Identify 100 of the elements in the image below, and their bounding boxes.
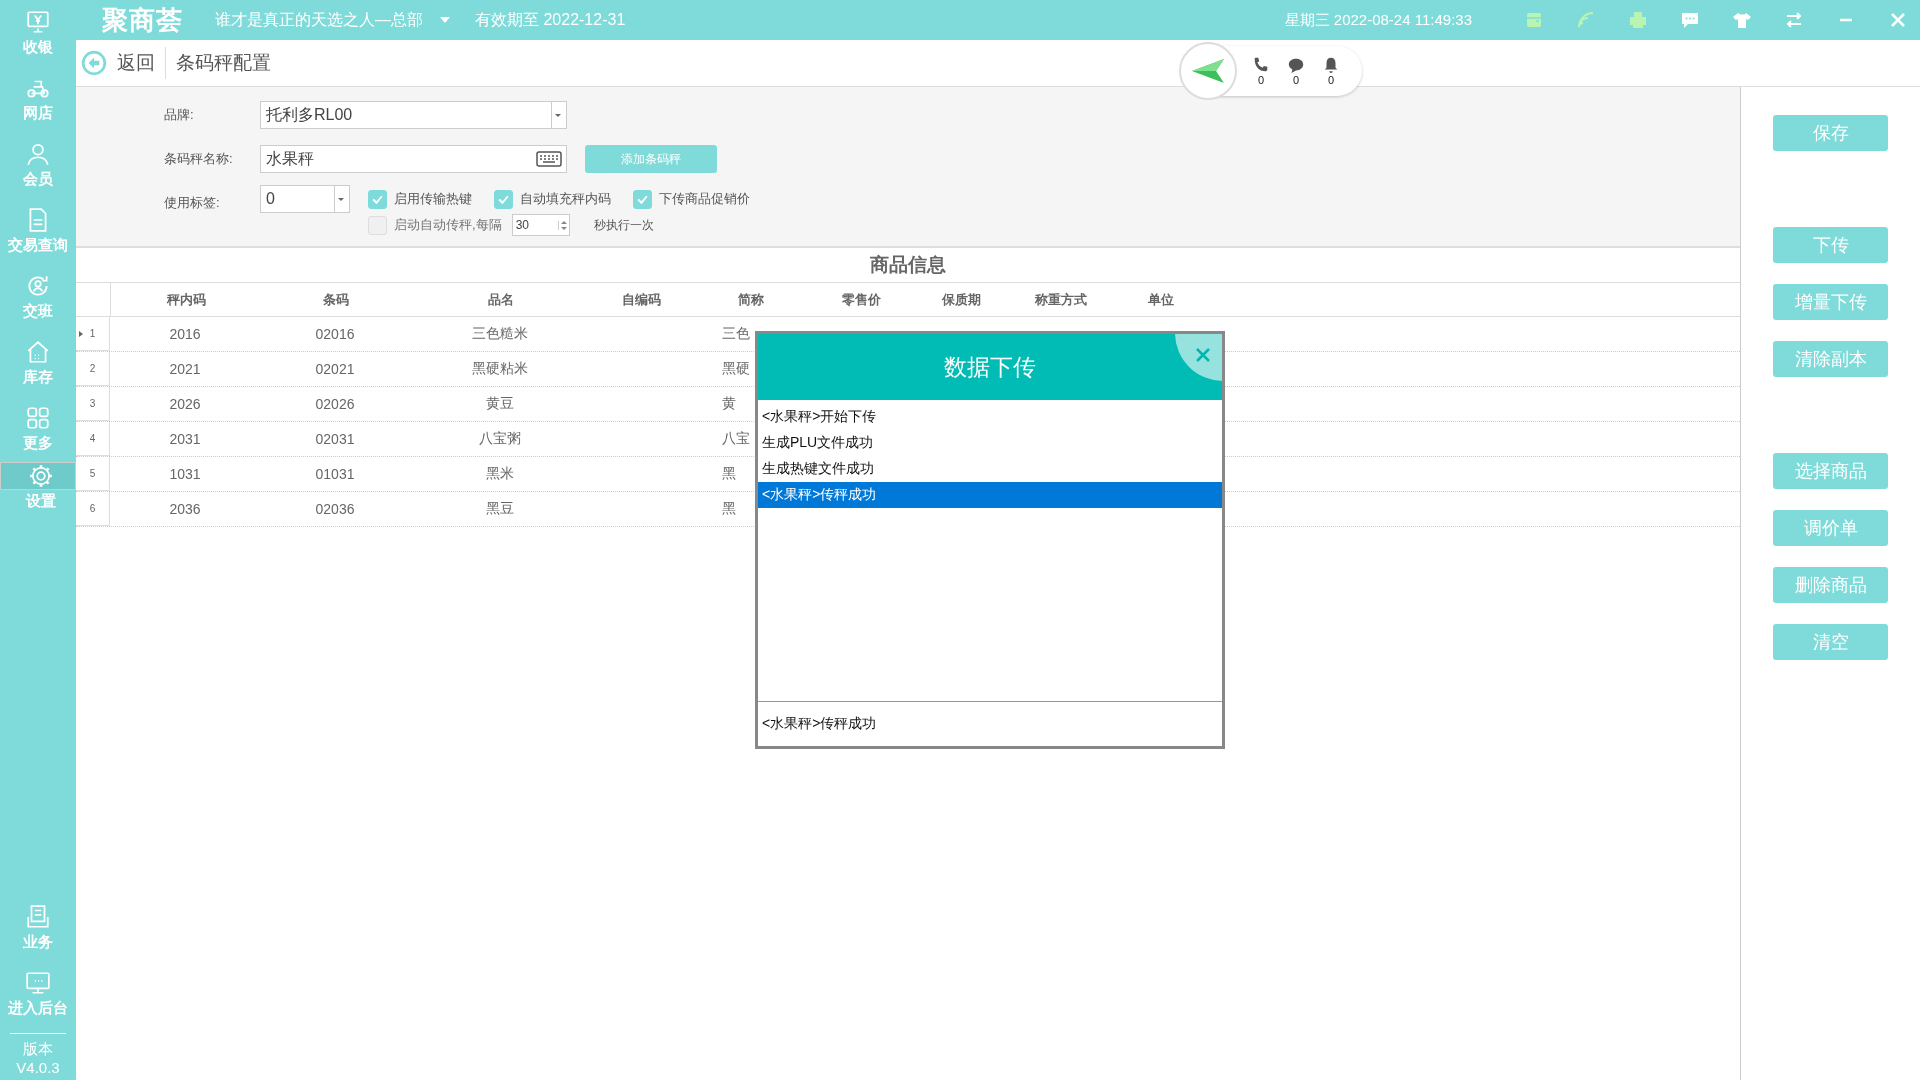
sidebar-label: 会员 bbox=[23, 170, 53, 189]
notification-count: 0 bbox=[1257, 74, 1265, 86]
sidebar-label: 业务 bbox=[23, 933, 53, 952]
column-header: 品名 bbox=[487, 290, 515, 309]
action-button[interactable]: 保存 bbox=[1773, 115, 1888, 151]
swap-icon[interactable] bbox=[1784, 10, 1804, 30]
table-cell: 02036 bbox=[315, 501, 355, 517]
message-icon[interactable] bbox=[1680, 10, 1700, 30]
option-checkbox[interactable]: 自动填充秤内码 bbox=[494, 189, 611, 209]
sidebar-label: 库存 bbox=[23, 368, 53, 387]
sidebar-item[interactable]: 更多 bbox=[0, 396, 76, 462]
action-button[interactable]: 清除副本 bbox=[1773, 341, 1888, 377]
table-cell: 八宝 bbox=[722, 430, 750, 446]
grid-icon bbox=[25, 405, 51, 431]
name-field[interactable]: 水果秤 bbox=[260, 145, 567, 173]
person-icon bbox=[25, 141, 51, 167]
sidebar-label: 更多 bbox=[23, 434, 53, 453]
tag-dropdown[interactable]: 0 bbox=[260, 185, 350, 213]
option-checkbox[interactable]: 下传商品促销价 bbox=[633, 189, 750, 209]
sidebar-item[interactable]: 收银 bbox=[0, 0, 76, 66]
row-number: 4 bbox=[76, 422, 110, 456]
monitor-icon bbox=[25, 9, 51, 35]
tray-icon bbox=[25, 904, 51, 930]
add-scale-button[interactable]: 添加条码秤 bbox=[585, 145, 717, 173]
table-cell: 三色 bbox=[722, 325, 750, 341]
sidebar-item[interactable]: 库存 bbox=[0, 330, 76, 396]
interval-suffix: 秒执行一次 bbox=[593, 216, 654, 234]
table-cell: 01031 bbox=[315, 466, 355, 482]
keyboard-icon[interactable] bbox=[536, 151, 562, 167]
action-button[interactable]: 调价单 bbox=[1773, 510, 1888, 546]
sidebar-item[interactable]: 会员 bbox=[0, 132, 76, 198]
column-header: 称重方式 bbox=[1034, 290, 1088, 309]
down-arrow-icon[interactable] bbox=[560, 226, 567, 230]
version-number: V4.0.3 bbox=[16, 1059, 60, 1076]
box-icon[interactable] bbox=[1524, 10, 1544, 30]
table-cell: 黑米 bbox=[486, 465, 514, 481]
house-icon bbox=[25, 339, 51, 365]
sidebar-item[interactable]: 进入后台 bbox=[0, 961, 76, 1027]
phone-icon[interactable] bbox=[1252, 56, 1270, 74]
row-pointer-icon bbox=[79, 330, 83, 337]
table-cell: 黑豆 bbox=[486, 500, 514, 516]
status-text: <水果秤>传秤成功 bbox=[758, 701, 1222, 746]
chat-icon[interactable] bbox=[1287, 56, 1305, 74]
auto-transfer-checkbox[interactable]: 启动自动传秤,每隔 bbox=[368, 215, 502, 235]
column-header: 简称 bbox=[737, 290, 765, 309]
date-time: 星期三 2022-08-24 11:49:33 bbox=[1284, 10, 1472, 30]
column-header: 自编码 bbox=[620, 290, 662, 309]
up-arrow-icon[interactable] bbox=[560, 220, 567, 224]
field-label: 条码秤名称: bbox=[164, 150, 234, 168]
sidebar-label: 交班 bbox=[23, 302, 53, 321]
dialog-title: 数据下传 bbox=[944, 352, 1036, 382]
table-cell: 02026 bbox=[315, 396, 355, 412]
field-label: 使用标签: bbox=[164, 194, 221, 212]
action-button[interactable]: 清空 bbox=[1773, 624, 1888, 660]
field-label: 品牌: bbox=[164, 106, 195, 124]
sidebar-item[interactable]: 业务 bbox=[0, 895, 76, 961]
person-refresh-icon bbox=[25, 273, 51, 299]
monitor-icon bbox=[25, 970, 51, 996]
store-name[interactable]: 谁才是真正的天选之人—总部 bbox=[215, 9, 423, 31]
bell-icon[interactable] bbox=[1322, 56, 1340, 74]
send-icon[interactable] bbox=[1178, 41, 1238, 101]
brand-dropdown[interactable]: 托利多RL00 bbox=[260, 101, 567, 129]
action-button[interactable]: 增量下传 bbox=[1773, 284, 1888, 320]
interval-spinner[interactable]: 30 bbox=[511, 214, 570, 236]
sidebar-item[interactable]: 交易查询 bbox=[0, 198, 76, 264]
table-cell: 八宝粥 bbox=[479, 430, 521, 446]
notification-count: 0 bbox=[1327, 74, 1335, 86]
action-button[interactable]: 选择商品 bbox=[1773, 453, 1888, 489]
table-cell: 02016 bbox=[315, 326, 355, 342]
table-cell: 黑 bbox=[722, 500, 736, 516]
expiry-text: 有效期至 2022-12-31 bbox=[475, 9, 626, 30]
table-cell: 1031 bbox=[169, 466, 201, 482]
column-header: 零售价 bbox=[840, 290, 882, 309]
table-cell: 2016 bbox=[169, 326, 201, 342]
column-header: 保质期 bbox=[940, 290, 982, 309]
printer-icon[interactable] bbox=[1628, 10, 1648, 30]
log-line[interactable]: <水果秤>开始下传 bbox=[758, 404, 1222, 430]
table-cell: 黑硬粘米 bbox=[472, 360, 528, 376]
sidebar-label: 收银 bbox=[23, 38, 53, 57]
table-cell: 02031 bbox=[315, 431, 355, 447]
table-cell: 2021 bbox=[169, 361, 201, 377]
back-link[interactable]: 返回 bbox=[117, 50, 155, 76]
shirt-icon[interactable] bbox=[1732, 10, 1752, 30]
table-cell: 02021 bbox=[315, 361, 355, 377]
sidebar-label: 进入后台 bbox=[8, 999, 68, 1018]
action-button[interactable]: 下传 bbox=[1773, 227, 1888, 263]
sidebar-item[interactable]: 网店 bbox=[0, 66, 76, 132]
signal-icon[interactable] bbox=[1576, 10, 1596, 30]
caret-icon[interactable] bbox=[338, 197, 344, 201]
log-line[interactable]: 生成热键文件成功 bbox=[758, 456, 1222, 482]
action-button[interactable]: 删除商品 bbox=[1773, 567, 1888, 603]
version-label: 版本 bbox=[23, 1040, 53, 1059]
gear-icon bbox=[27, 463, 54, 489]
option-checkbox[interactable]: 启用传输热键 bbox=[368, 189, 472, 209]
caret-icon[interactable] bbox=[555, 113, 561, 117]
table-cell: 黄 bbox=[722, 395, 736, 411]
sidebar-item[interactable]: 交班 bbox=[0, 264, 76, 330]
notification-count: 0 bbox=[1292, 74, 1300, 86]
row-number: 6 bbox=[76, 492, 110, 526]
log-line[interactable]: 生成PLU文件成功 bbox=[758, 430, 1222, 456]
